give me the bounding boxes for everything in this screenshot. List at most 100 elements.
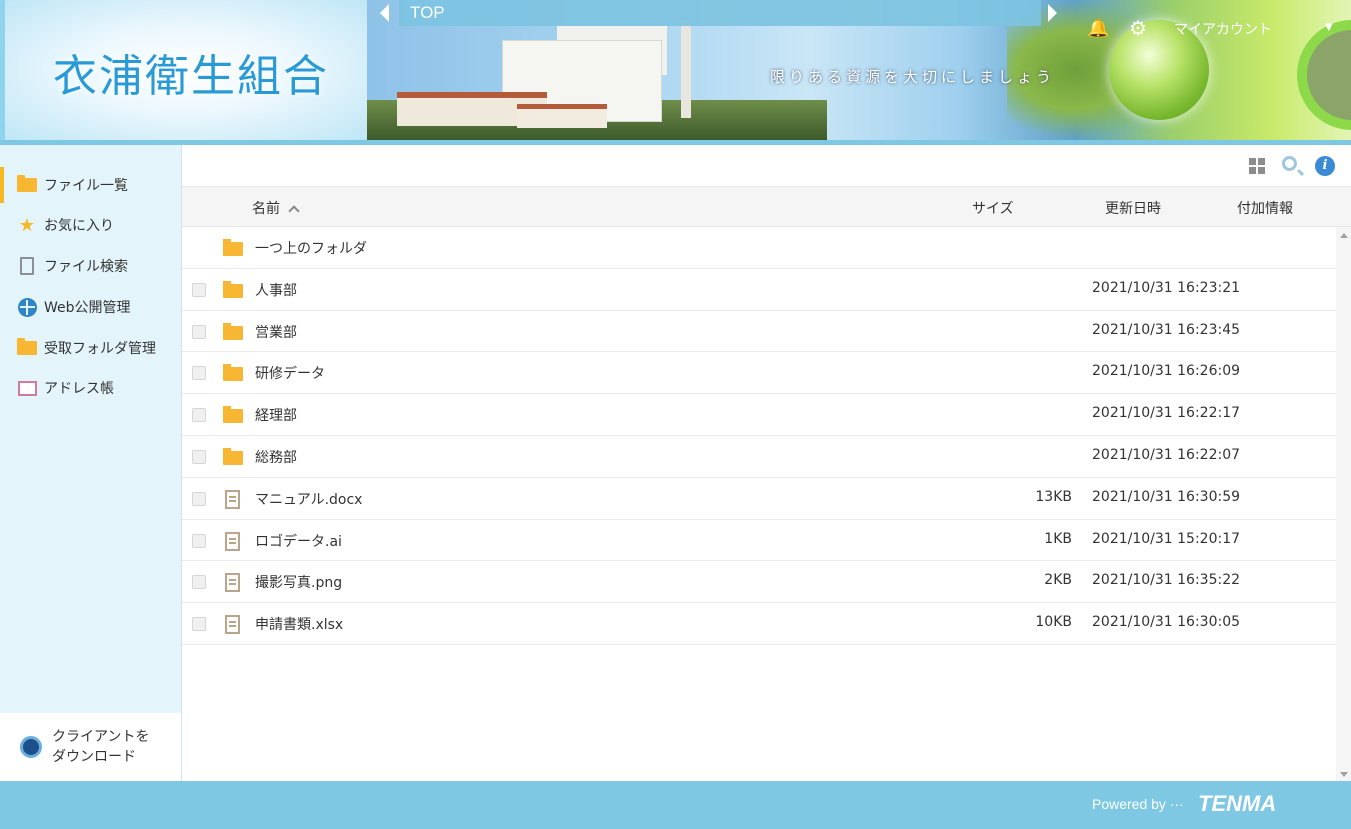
banner-building — [517, 104, 607, 128]
folder-icon — [223, 406, 243, 424]
table-row[interactable]: 撮影写真.png 2KB 2021/10/31 16:35:22 — [182, 561, 1336, 604]
document-icon — [223, 531, 240, 551]
search-document-icon — [16, 255, 38, 277]
file-updated: 2021/10/31 16:26:09 — [1092, 363, 1241, 380]
sidebar-item-label: Web公開管理 — [44, 300, 131, 316]
row-checkbox[interactable] — [192, 324, 206, 339]
column-header-updated[interactable]: 更新日時 — [1105, 198, 1161, 218]
forward-arrow-icon[interactable] — [1048, 4, 1057, 22]
sidebar-item-label: ファイル一覧 — [44, 178, 128, 194]
table-row[interactable]: 経理部 2021/10/31 16:22:17 — [182, 394, 1336, 436]
file-name[interactable]: 撮影写真.png — [255, 572, 342, 592]
download-label-line1: クライアントを — [52, 729, 150, 745]
file-updated: 2021/10/31 15:20:17 — [1092, 530, 1241, 547]
sidebar-item-label: アドレス帳 — [44, 381, 114, 397]
download-label-line2: ダウンロード — [52, 749, 136, 765]
file-updated: 2021/10/31 16:22:07 — [1092, 446, 1241, 463]
table-row[interactable]: 営業部 2021/10/31 16:23:45 — [182, 311, 1336, 353]
file-name[interactable]: ロゴデータ.ai — [255, 531, 342, 551]
client-app-icon — [20, 736, 42, 758]
file-name[interactable]: 総務部 — [255, 447, 297, 467]
sidebar-item-label: 受取フォルダ管理 — [44, 341, 156, 357]
row-checkbox[interactable] — [192, 617, 206, 632]
row-checkbox[interactable] — [192, 575, 206, 590]
tenma-logo[interactable]: TENMA — [1198, 791, 1276, 817]
header: 衣浦衛生組合 限りある資源を大切にしましょう TOP 🔔 ⚙ マイアカウント ▼ — [0, 0, 1351, 145]
file-list-panel: i 名前 サイズ 更新日時 付加情報 一つ上のフォルダ 人事部 2021/10/… — [182, 145, 1351, 781]
table-row[interactable]: 研修データ 2021/10/31 16:26:09 — [182, 352, 1336, 395]
column-header-name[interactable]: 名前 — [252, 198, 300, 218]
search-icon[interactable] — [1282, 156, 1297, 171]
document-icon — [223, 489, 240, 509]
sidebar-item-label: お気に入り — [44, 218, 114, 234]
row-checkbox[interactable] — [192, 282, 206, 297]
file-size: 1KB — [1044, 530, 1072, 547]
breadcrumb-top[interactable]: TOP — [410, 3, 445, 23]
info-icon[interactable]: i — [1315, 156, 1335, 176]
footer: Powered by ··· TENMA — [0, 781, 1351, 829]
sidebar-item-label: ファイル検索 — [44, 259, 128, 275]
document-icon — [223, 615, 240, 635]
parent-folder-row[interactable]: 一つ上のフォルダ — [182, 227, 1336, 269]
scroll-up-arrow-icon[interactable] — [1340, 233, 1348, 238]
file-updated: 2021/10/31 16:23:45 — [1092, 321, 1241, 338]
table-row[interactable]: 人事部 2021/10/31 16:23:21 — [182, 269, 1336, 311]
sidebar-item-web-publish[interactable]: Web公開管理 — [0, 289, 181, 325]
file-updated: 2021/10/31 16:35:22 — [1092, 572, 1241, 589]
column-header-extra[interactable]: 付加情報 — [1237, 198, 1293, 218]
file-name[interactable]: 研修データ — [255, 363, 325, 383]
shared-folder-icon — [16, 337, 38, 359]
table-row[interactable]: 申請書類.xlsx 10KB 2021/10/31 16:30:05 — [182, 603, 1336, 645]
document-icon — [223, 573, 240, 593]
slogan: 限りある資源を大切にしましょう — [770, 68, 1056, 86]
file-size: 10KB — [1035, 614, 1072, 631]
sidebar: ファイル一覧 ★ お気に入り ファイル検索 Web公開管理 受取フォルダ管理 ア… — [0, 145, 182, 781]
row-checkbox[interactable] — [192, 533, 206, 548]
row-checkbox[interactable] — [192, 491, 206, 506]
row-checkbox[interactable] — [192, 366, 206, 381]
column-header-size[interactable]: サイズ — [972, 198, 1014, 218]
file-updated: 2021/10/31 16:22:17 — [1092, 405, 1241, 422]
grid-view-icon[interactable] — [1249, 158, 1265, 174]
table-row[interactable]: 総務部 2021/10/31 16:22:07 — [182, 436, 1336, 478]
sidebar-item-favorites[interactable]: ★ お気に入り — [0, 207, 181, 243]
file-name[interactable]: 経理部 — [255, 405, 297, 425]
gear-icon[interactable]: ⚙ — [1129, 16, 1147, 40]
folder-icon — [223, 364, 243, 382]
toolbar: i — [182, 145, 1351, 187]
powered-by-text: Powered by ··· — [1092, 796, 1184, 812]
column-header-name-label: 名前 — [252, 201, 280, 217]
file-name[interactable]: マニュアル.docx — [255, 489, 362, 509]
parent-folder-label: 一つ上のフォルダ — [255, 241, 367, 257]
org-logo-text: 衣浦衛生組合 — [53, 51, 329, 102]
vertical-scrollbar[interactable] — [1336, 227, 1351, 781]
sort-ascending-icon — [288, 205, 300, 217]
table-row[interactable]: ロゴデータ.ai 1KB 2021/10/31 15:20:17 — [182, 520, 1336, 562]
sidebar-item-file-list[interactable]: ファイル一覧 — [0, 167, 181, 203]
row-checkbox[interactable] — [192, 408, 206, 423]
globe-icon — [16, 296, 38, 318]
bell-icon[interactable]: 🔔 — [1087, 18, 1109, 39]
chevron-down-icon[interactable]: ▼ — [1325, 22, 1333, 33]
folder-icon — [223, 447, 243, 465]
table-row[interactable]: マニュアル.docx 13KB 2021/10/31 16:30:59 — [182, 478, 1336, 520]
back-arrow-icon[interactable] — [380, 4, 389, 22]
folder-icon — [223, 322, 243, 340]
sidebar-item-file-search[interactable]: ファイル検索 — [0, 248, 181, 284]
my-account-link[interactable]: マイアカウント — [1174, 19, 1272, 39]
folder-icon — [16, 174, 38, 196]
file-updated: 2021/10/31 16:30:05 — [1092, 614, 1241, 631]
file-name[interactable]: 人事部 — [255, 280, 297, 300]
scroll-down-arrow-icon[interactable] — [1340, 772, 1348, 777]
banner-ring-image — [1297, 20, 1351, 130]
sidebar-item-address-book[interactable]: アドレス帳 — [0, 370, 181, 406]
logo-area[interactable]: 衣浦衛生組合 — [0, 0, 367, 140]
row-checkbox[interactable] — [192, 449, 206, 464]
download-client-button[interactable]: クライアントを ダウンロード — [0, 713, 181, 781]
file-name[interactable]: 申請書類.xlsx — [255, 614, 343, 634]
breadcrumb-bar: TOP — [399, 0, 1041, 26]
sidebar-item-receive-folder[interactable]: 受取フォルダ管理 — [0, 330, 181, 366]
file-updated: 2021/10/31 16:23:21 — [1092, 279, 1241, 296]
star-icon: ★ — [18, 214, 36, 236]
file-name[interactable]: 営業部 — [255, 322, 297, 342]
